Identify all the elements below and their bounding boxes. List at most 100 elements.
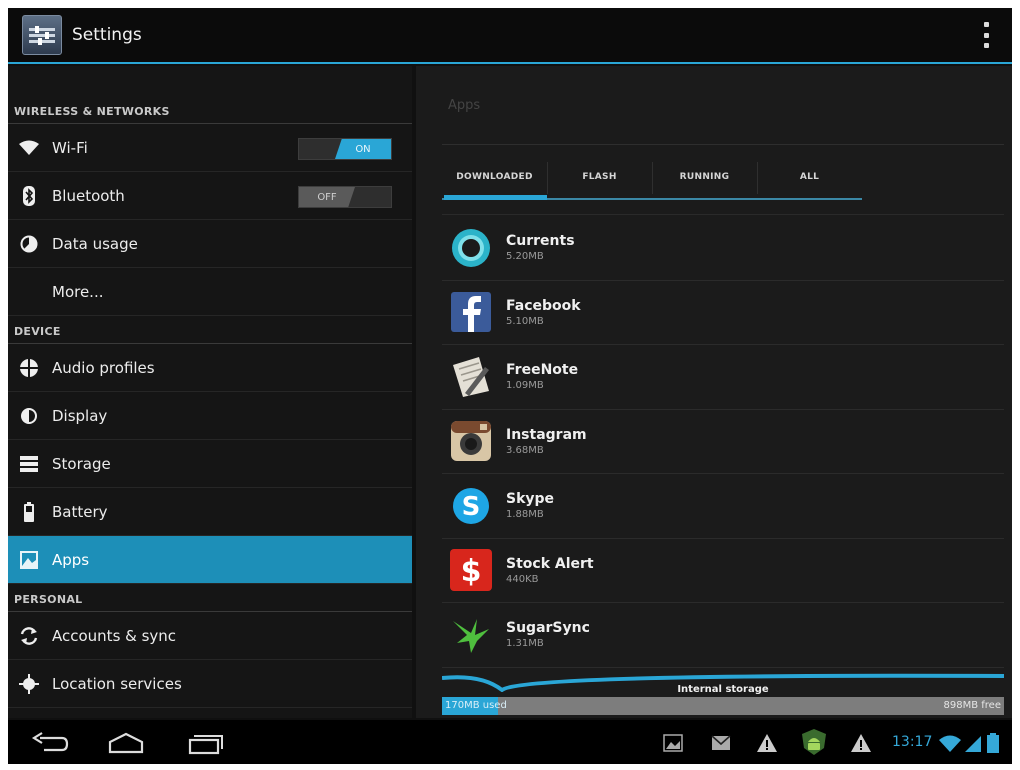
- skype-icon: S: [448, 483, 494, 529]
- internal-storage-bar: 170MB used 898MB free: [442, 697, 1004, 715]
- tab-flash[interactable]: FLASH: [547, 156, 652, 198]
- sidebar-item-label: Accounts & sync: [52, 626, 177, 645]
- sugarsync-icon: [448, 612, 494, 658]
- tablet-screen: Settings WIRELESS & NETWORKS Wi-Fi ON Bl…: [8, 8, 1012, 764]
- app-name: FreeNote: [506, 362, 579, 379]
- data-usage-icon: [18, 233, 40, 255]
- app-row-skype[interactable]: S Skype 1.88MB: [442, 474, 1004, 539]
- tabs-divider: [442, 214, 1004, 215]
- toggle-state: OFF: [299, 187, 355, 207]
- display-icon: [18, 405, 40, 427]
- sidebar-item-label: Location services: [52, 674, 182, 693]
- storage-label: Internal storage: [677, 684, 769, 695]
- section-header-wireless: WIRELESS & NETWORKS: [8, 66, 412, 124]
- app-name: SugarSync: [506, 620, 590, 637]
- wifi-signal-icon[interactable]: [938, 732, 962, 754]
- warning-icon[interactable]: [850, 732, 872, 754]
- app-size: 5.20MB: [506, 251, 544, 263]
- sidebar-item-battery[interactable]: Battery: [8, 488, 412, 536]
- app-name: Currents: [506, 233, 575, 250]
- gallery-icon[interactable]: [662, 732, 684, 754]
- app-row-freenote[interactable]: FreeNote 1.09MB: [442, 345, 1004, 410]
- apps-icon: [18, 549, 40, 571]
- sidebar-item-wifi[interactable]: Wi-Fi ON: [8, 124, 412, 172]
- app-row-sugarsync[interactable]: SugarSync 1.31MB: [442, 603, 1004, 668]
- section-header-device: DEVICE: [8, 316, 412, 344]
- sidebar-item-data-usage[interactable]: Data usage: [8, 220, 412, 268]
- app-name: Skype: [506, 491, 555, 508]
- sidebar-item-display[interactable]: Display: [8, 392, 412, 440]
- sidebar-item-more[interactable]: More...: [8, 268, 412, 316]
- bluetooth-icon: [18, 185, 40, 207]
- battery-status-icon[interactable]: [986, 732, 1000, 754]
- app-size: 1.88MB: [506, 509, 544, 521]
- app-size: 440KB: [506, 573, 539, 585]
- settings-sidebar: WIRELESS & NETWORKS Wi-Fi ON Bluetooth O…: [8, 66, 412, 718]
- sidebar-item-apps[interactable]: Apps: [8, 536, 412, 584]
- settings-app-icon[interactable]: [22, 15, 62, 55]
- sidebar-item-location-services[interactable]: Location services: [8, 660, 412, 708]
- sidebar-item-label: Bluetooth: [52, 186, 125, 205]
- app-row-currents[interactable]: Currents 5.20MB: [442, 216, 1004, 281]
- app-size: 1.09MB: [506, 380, 544, 392]
- sidebar-item-label: Data usage: [52, 234, 138, 253]
- system-bar: 13:17: [8, 720, 1012, 764]
- toggle-state: ON: [335, 139, 391, 159]
- sidebar-item-label: Battery: [52, 502, 108, 521]
- currents-icon: [448, 225, 494, 271]
- wifi-icon: [18, 137, 40, 159]
- tab-all[interactable]: ALL: [757, 156, 862, 198]
- location-icon: [18, 673, 40, 695]
- app-size: 5.10MB: [506, 315, 544, 327]
- storage-used: 170MB used: [445, 700, 507, 711]
- app-row-instagram[interactable]: Instagram 3.68MB: [442, 410, 1004, 474]
- storage-free: 898MB free: [943, 700, 1001, 711]
- tab-downloaded[interactable]: DOWNLOADED: [442, 156, 547, 200]
- app-name: Stock Alert: [506, 555, 594, 572]
- app-list: Currents 5.20MB Facebook 5.10MB FreeNote…: [442, 216, 1004, 668]
- sidebar-item-label: More...: [52, 282, 104, 301]
- sidebar-item-bluetooth[interactable]: Bluetooth OFF: [8, 172, 412, 220]
- action-bar: Settings: [8, 8, 1012, 64]
- sidebar-item-label: Audio profiles: [52, 358, 155, 377]
- app-row-stock-alert[interactable]: $ Stock Alert 440KB: [442, 539, 1004, 603]
- storage-icon: [18, 453, 40, 475]
- battery-icon: [18, 501, 40, 523]
- clock[interactable]: 13:17: [892, 734, 932, 750]
- title-divider: [442, 144, 1004, 145]
- sidebar-item-label: Wi-Fi: [52, 138, 88, 157]
- sync-icon: [18, 625, 40, 647]
- page-title: Settings: [72, 25, 142, 45]
- apps-pane: Apps DOWNLOADED FLASH RUNNING ALL Curren…: [416, 66, 1012, 718]
- overflow-menu-icon[interactable]: [982, 22, 990, 48]
- cell-signal-icon[interactable]: [964, 732, 982, 754]
- bluetooth-toggle[interactable]: OFF: [298, 186, 392, 208]
- sidebar-item-label: Storage: [52, 454, 111, 473]
- warning-icon[interactable]: [756, 732, 778, 754]
- sidebar-item-accounts-sync[interactable]: Accounts & sync: [8, 612, 412, 660]
- home-icon[interactable]: [106, 730, 146, 756]
- stock-alert-icon: $: [448, 547, 494, 593]
- audio-profiles-icon: [18, 357, 40, 379]
- sidebar-item-storage[interactable]: Storage: [8, 440, 412, 488]
- apps-tabs: DOWNLOADED FLASH RUNNING ALL: [442, 156, 862, 200]
- app-size: 1.31MB: [506, 638, 544, 650]
- svg-text:$: $: [461, 554, 482, 589]
- sidebar-item-audio-profiles[interactable]: Audio profiles: [8, 344, 412, 392]
- email-icon[interactable]: [710, 732, 732, 754]
- android-icon[interactable]: [800, 728, 828, 756]
- back-icon[interactable]: [30, 730, 70, 756]
- app-size: 3.68MB: [506, 444, 544, 456]
- app-name: Instagram: [506, 426, 587, 443]
- tab-running[interactable]: RUNNING: [652, 156, 757, 198]
- app-row-facebook[interactable]: Facebook 5.10MB: [442, 281, 1004, 345]
- sidebar-item-label: Apps: [52, 550, 90, 569]
- apps-pane-title: Apps: [448, 98, 481, 113]
- recent-apps-icon[interactable]: [186, 730, 226, 756]
- wifi-toggle[interactable]: ON: [298, 138, 392, 160]
- facebook-icon: [448, 289, 494, 335]
- svg-text:S: S: [462, 492, 481, 522]
- instagram-icon: [448, 418, 494, 464]
- sidebar-item-label: Display: [52, 406, 108, 425]
- freenote-icon: [448, 354, 494, 400]
